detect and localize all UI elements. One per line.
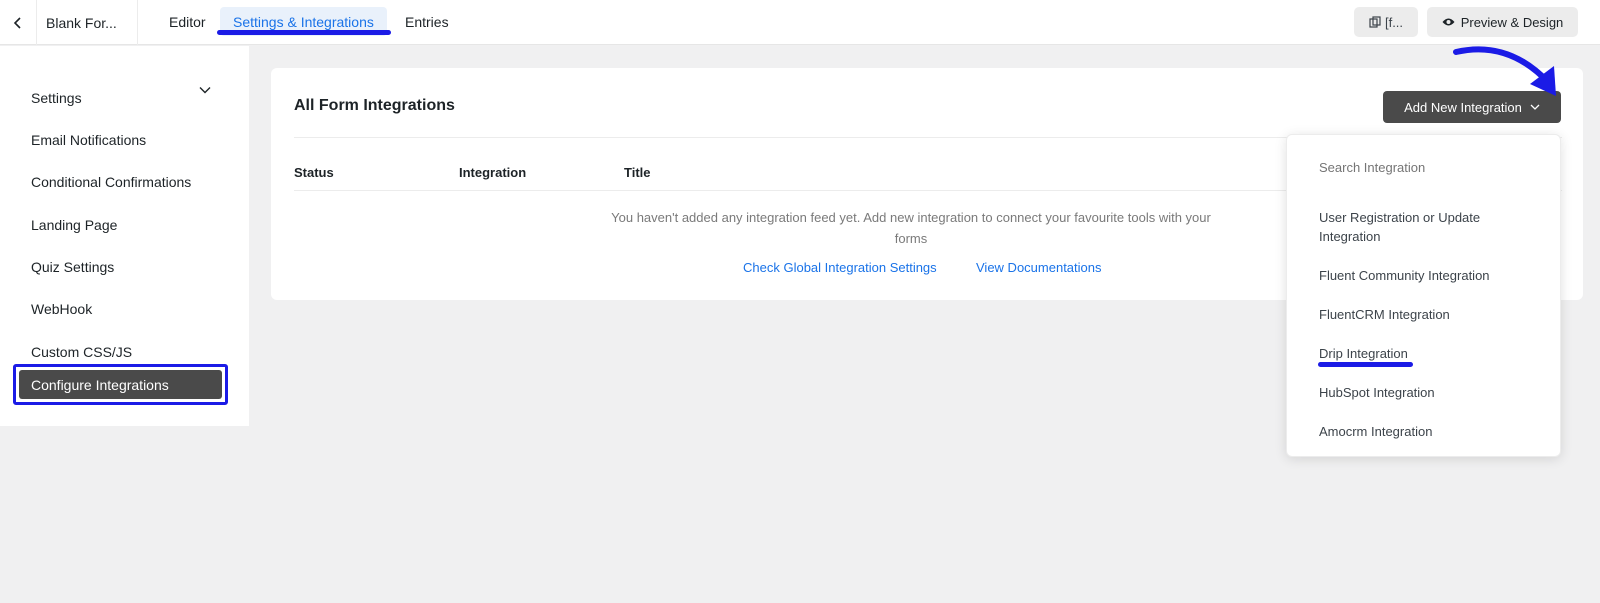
tab-entries[interactable]: Entries [392,7,462,36]
eye-icon [1442,18,1455,26]
form-name: Blank For... [37,0,138,45]
sidebar-item-email-notifications[interactable]: Email Notifications [31,129,146,151]
empty-state-message: You haven't added any integration feed y… [611,210,1211,246]
page-title: All Form Integrations [294,97,455,114]
tab-editor[interactable]: Editor [156,7,219,36]
shortcode-copy-button[interactable]: [f... [1354,7,1418,37]
chevron-down-icon[interactable] [199,86,211,94]
sidebar-item-custom-css-js[interactable]: Custom CSS/JS [31,341,132,363]
preview-design-button[interactable]: Preview & Design [1427,7,1578,37]
shortcode-label: [f... [1384,14,1404,30]
view-documentations-link[interactable]: View Documentations [976,260,1102,275]
copy-icon [1369,16,1381,28]
column-header-title[interactable]: Title [624,165,651,180]
back-button[interactable] [0,0,37,45]
chevron-left-icon [13,16,21,29]
sidebar-item-configure-integrations[interactable]: Configure Integrations [19,370,222,399]
dropdown-item-amocrm[interactable]: Amocrm Integration [1319,422,1539,441]
dropdown-item-user-registration[interactable]: User Registration or Update Integration [1319,208,1539,246]
preview-label: Preview & Design [1460,14,1564,30]
sidebar-item-settings[interactable]: Settings [31,87,82,109]
dropdown-item-fluentcrm[interactable]: FluentCRM Integration [1319,305,1539,324]
sidebar-item-quiz-settings[interactable]: Quiz Settings [31,256,114,278]
add-integration-label: Add New Integration [1404,99,1522,115]
sidebar-item-webhook[interactable]: WebHook [31,298,92,320]
annotation-underline-drip [1318,362,1413,367]
integration-dropdown: User Registration or Update Integration … [1286,134,1561,457]
top-bar: Blank For... Editor Settings & Integrati… [0,0,1600,45]
check-global-settings-link[interactable]: Check Global Integration Settings [743,260,937,275]
annotation-arrow-icon [1453,46,1556,96]
chevron-down-icon [1530,104,1540,110]
dropdown-item-drip[interactable]: Drip Integration [1319,344,1539,363]
dropdown-item-fluent-community[interactable]: Fluent Community Integration [1319,266,1539,285]
column-header-integration[interactable]: Integration [459,165,526,180]
dropdown-item-hubspot[interactable]: HubSpot Integration [1319,383,1539,402]
column-header-status[interactable]: Status [294,165,334,180]
search-integration-input[interactable] [1319,160,1519,175]
sidebar-item-landing-page[interactable]: Landing Page [31,214,117,236]
sidebar-item-conditional-confirmations[interactable]: Conditional Confirmations [31,171,191,193]
annotation-underline-tab [217,30,391,35]
